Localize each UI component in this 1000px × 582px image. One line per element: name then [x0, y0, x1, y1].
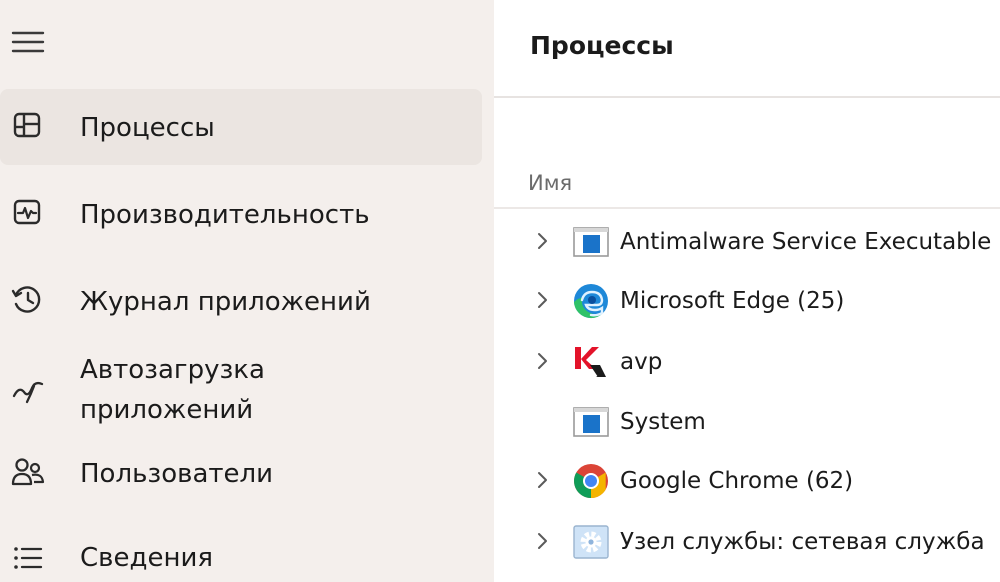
process-name: Antimalware Service Executable — [620, 229, 992, 255]
chrome-icon — [572, 462, 610, 500]
divider — [494, 96, 1000, 98]
sidebar-item-users[interactable]: Пользователи — [0, 434, 482, 514]
chevron-right-icon[interactable] — [534, 530, 552, 552]
divider — [494, 207, 1000, 209]
process-row[interactable]: Google Chrome (62) — [494, 453, 1000, 509]
chevron-right-icon[interactable] — [534, 289, 552, 311]
process-row[interactable]: avp — [494, 334, 1000, 390]
page-title: Процессы — [530, 31, 674, 60]
startup-apps-icon — [10, 372, 46, 408]
processes-icon — [10, 108, 46, 144]
sidebar-item-label: Автозагрузка приложений — [80, 355, 265, 425]
kaspersky-icon — [572, 343, 610, 381]
process-row[interactable]: Antimalware Service Executable — [494, 214, 1000, 270]
service-host-gear-icon — [572, 523, 610, 561]
process-row[interactable]: Узел службы: сетевая служба — [494, 514, 1000, 570]
details-icon — [10, 540, 46, 576]
hamburger-menu-icon[interactable] — [10, 27, 46, 57]
sidebar-item-startup-apps[interactable]: Автозагрузка приложений — [0, 348, 482, 440]
process-row[interactable]: Microsoft Edge (25) — [494, 273, 1000, 329]
app-history-icon — [10, 282, 46, 318]
process-name: System — [620, 409, 706, 435]
process-row[interactable]: System — [494, 394, 1000, 450]
chevron-right-icon[interactable] — [534, 230, 552, 252]
sidebar-item-label: Журнал приложений — [80, 287, 371, 317]
column-header-name[interactable]: Имя — [528, 168, 572, 198]
sidebar-item-details[interactable]: Сведения — [0, 520, 482, 582]
chevron-right-icon[interactable] — [534, 350, 552, 372]
sidebar: Процессы Производительность Журнал прило… — [0, 0, 494, 582]
sidebar-item-processes[interactable]: Процессы — [0, 89, 482, 165]
process-name: avp — [620, 349, 663, 375]
edge-icon — [572, 282, 610, 320]
chevron-right-icon[interactable] — [534, 469, 552, 491]
windows-app-icon — [572, 223, 610, 261]
sidebar-item-label: Пользователи — [80, 459, 274, 489]
sidebar-item-app-history[interactable]: Журнал приложений — [0, 262, 482, 342]
process-name: Узел службы: сетевая служба — [620, 529, 985, 555]
performance-icon — [10, 195, 46, 231]
main-panel: Процессы Имя Antimalware Service Executa… — [494, 0, 1000, 582]
process-name: Google Chrome (62) — [620, 468, 854, 494]
sidebar-item-label: Процессы — [80, 113, 215, 143]
process-name: Microsoft Edge (25) — [620, 288, 845, 314]
sidebar-item-performance[interactable]: Производительность — [0, 175, 482, 255]
windows-app-icon — [572, 403, 610, 441]
sidebar-item-label: Сведения — [80, 543, 213, 573]
sidebar-item-label: Производительность — [80, 200, 370, 230]
users-icon — [10, 454, 46, 490]
